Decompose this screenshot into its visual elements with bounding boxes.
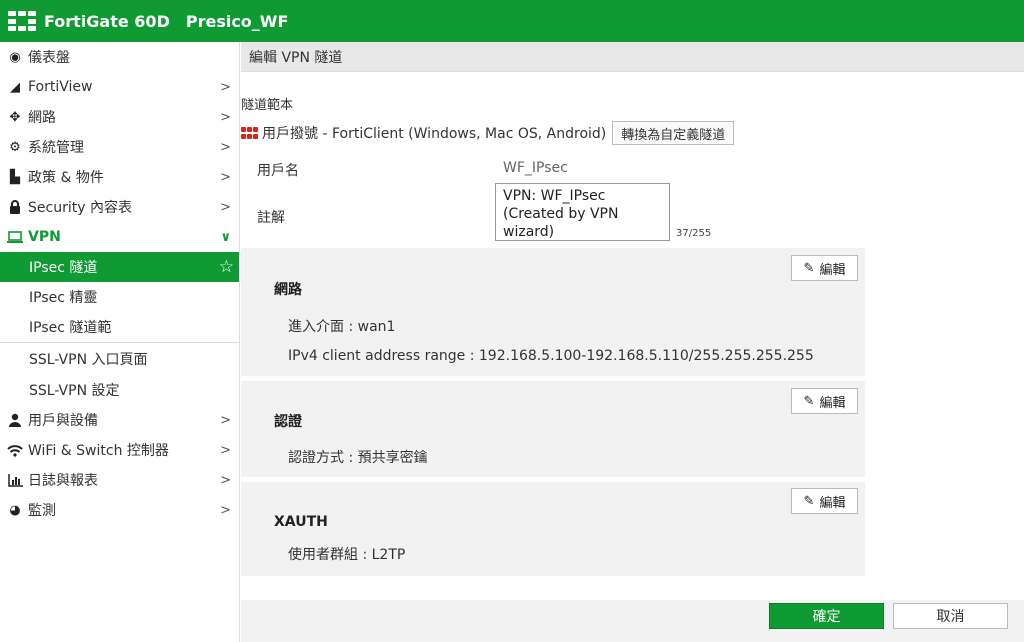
- chevron-right-icon: >: [220, 169, 231, 185]
- user-icon: [7, 412, 23, 428]
- chevron-down-icon: ∨: [220, 229, 231, 245]
- sidebar-item-log-report[interactable]: 日誌與報表 >: [0, 465, 239, 495]
- gear-icon: ⚙: [9, 139, 21, 155]
- client-address-range: IPv4 client address range : 192.168.5.10…: [288, 348, 814, 364]
- name-value: WF_IPsec: [503, 160, 568, 176]
- network-arrows-icon: ✥: [9, 109, 21, 125]
- sidebar-item-label: 政策 & 物件: [28, 170, 104, 186]
- form-footer: 確定 取消: [241, 600, 1024, 642]
- sidebar-item-label: IPsec 精靈: [29, 290, 98, 306]
- cancel-button[interactable]: 取消: [893, 603, 1008, 629]
- chevron-right-icon: >: [220, 472, 231, 488]
- star-icon[interactable]: ☆: [219, 257, 234, 277]
- sidebar-item-ipsec-templates[interactable]: IPsec 隧道範: [0, 312, 239, 342]
- auth-method: 認證方式 : 預共享密鑰: [288, 450, 428, 466]
- sidebar-item-ssl-vpn-portals[interactable]: SSL-VPN 入口頁面: [0, 343, 239, 375]
- sidebar-item-label: SSL-VPN 設定: [29, 383, 120, 399]
- sidebar-item-label: 系統管理: [28, 140, 84, 156]
- bar-chart-icon: [7, 472, 23, 488]
- comment-char-count: 37/255: [676, 228, 712, 239]
- chart-icon: ◢: [10, 79, 20, 95]
- ok-button[interactable]: 確定: [769, 603, 884, 629]
- lock-icon: [7, 199, 23, 215]
- sidebar-item-user-device[interactable]: 用戶與設備 >: [0, 405, 239, 435]
- vpn-ipsec-group: IPsec 隧道 ☆ IPsec 精靈 IPsec 隧道範: [0, 252, 239, 343]
- sidebar-item-label: IPsec 隧道範: [29, 320, 112, 336]
- edit-auth-button[interactable]: ✎ 編輯: [791, 388, 858, 414]
- sidebar-item-label: WiFi & Switch 控制器: [28, 443, 169, 459]
- template-row: 用戶撥號 - FortiClient (Windows, Mac OS, And…: [241, 121, 735, 145]
- sidebar-item-label: IPsec 隧道: [29, 260, 98, 276]
- name-label: 用戶名: [257, 163, 299, 179]
- dashboard-icon: ◉: [9, 49, 21, 65]
- network-section: 網路 ✎ 編輯 進入介面 : wan1 IPv4 client address …: [241, 248, 865, 376]
- forticlient-icon: [241, 127, 259, 139]
- pencil-icon: ✎: [803, 260, 815, 276]
- incoming-interface: 進入介面 : wan1: [288, 319, 396, 335]
- policy-icon: ▙: [10, 169, 20, 185]
- template-value: 用戶撥號 - FortiClient (Windows, Mac OS, And…: [262, 126, 607, 142]
- sidebar-item-network[interactable]: ✥ 網路 >: [0, 102, 239, 132]
- template-label: 隧道範本: [241, 98, 294, 113]
- user-group: 使用者群組 : L2TP: [288, 547, 406, 563]
- section-title: 認證: [274, 414, 302, 430]
- pencil-icon: ✎: [803, 493, 815, 509]
- top-header: FortiGate 60D Presico_WF: [0, 0, 1024, 42]
- chevron-right-icon: >: [220, 199, 231, 215]
- chevron-right-icon: >: [220, 442, 231, 458]
- edit-network-button[interactable]: ✎ 編輯: [791, 255, 858, 281]
- sidebar-item-monitor[interactable]: ◕ 監測 >: [0, 495, 239, 525]
- chevron-right-icon: >: [220, 139, 231, 155]
- chevron-right-icon: >: [220, 412, 231, 428]
- main-panel: 編輯 VPN 隧道 隧道範本 用戶撥號 - FortiClient (Windo…: [241, 42, 1024, 642]
- xauth-section: XAUTH ✎ 編輯 使用者群組 : L2TP: [241, 482, 865, 576]
- chevron-right-icon: >: [220, 109, 231, 125]
- sidebar-item-ipsec-tunnels[interactable]: IPsec 隧道 ☆: [0, 252, 239, 282]
- sidebar-item-ssl-vpn-settings[interactable]: SSL-VPN 設定: [0, 375, 239, 405]
- comment-field[interactable]: VPN: WF_IPsec (Created by VPN wizard): [495, 183, 670, 241]
- device-name: Presico_WF: [185, 11, 289, 31]
- sidebar-item-ipsec-wizard[interactable]: IPsec 精靈: [0, 282, 239, 312]
- sidebar-item-dashboard[interactable]: ◉ 儀表盤: [0, 42, 239, 72]
- sidebar-item-label: 日誌與報表: [28, 473, 98, 489]
- pie-chart-icon: ◕: [9, 502, 21, 518]
- product-name: FortiGate 60D: [44, 11, 170, 31]
- edit-label: 編輯: [819, 495, 846, 511]
- edit-form: 隧道範本 用戶撥號 - FortiClient (Windows, Mac OS…: [241, 72, 1024, 600]
- comment-label: 註解: [257, 210, 285, 226]
- edit-xauth-button[interactable]: ✎ 編輯: [791, 488, 858, 514]
- sidebar: ◉ 儀表盤 ◢ FortiView > ✥ 網路 > ⚙ 系統管理 > ▙ 政策…: [0, 42, 240, 642]
- sidebar-item-label: 網路: [28, 110, 56, 126]
- edit-label: 編輯: [819, 262, 846, 278]
- sidebar-item-fortiview[interactable]: ◢ FortiView >: [0, 72, 239, 102]
- edit-label: 編輯: [819, 395, 846, 411]
- sidebar-item-label: Security 內容表: [28, 200, 132, 216]
- sidebar-item-label: FortiView: [28, 79, 93, 95]
- authentication-section: 認證 ✎ 編輯 認證方式 : 預共享密鑰: [241, 381, 865, 477]
- sidebar-item-label: SSL-VPN 入口頁面: [29, 352, 148, 368]
- laptop-icon: [7, 229, 23, 245]
- chevron-right-icon: >: [220, 502, 231, 518]
- sidebar-item-security[interactable]: Security 內容表 >: [0, 192, 239, 222]
- wifi-icon: [7, 442, 23, 458]
- pencil-icon: ✎: [803, 393, 815, 409]
- convert-to-custom-button[interactable]: 轉換為自定義隧道: [612, 121, 735, 145]
- sidebar-item-wifi-switch[interactable]: WiFi & Switch 控制器 >: [0, 435, 239, 465]
- sidebar-item-label: 用戶與設備: [28, 413, 98, 429]
- sidebar-item-label: VPN: [28, 229, 61, 245]
- sidebar-item-system[interactable]: ⚙ 系統管理 >: [0, 132, 239, 162]
- fortinet-logo: [8, 11, 36, 31]
- chevron-right-icon: >: [220, 79, 231, 95]
- sidebar-item-label: 儀表盤: [28, 50, 70, 66]
- sidebar-item-policy[interactable]: ▙ 政策 & 物件 >: [0, 162, 239, 192]
- sidebar-item-vpn[interactable]: VPN ∨: [0, 222, 239, 252]
- section-title: 網路: [274, 282, 302, 298]
- page-title: 編輯 VPN 隧道: [241, 42, 1024, 72]
- section-title: XAUTH: [274, 514, 328, 530]
- sidebar-item-label: 監測: [28, 503, 56, 519]
